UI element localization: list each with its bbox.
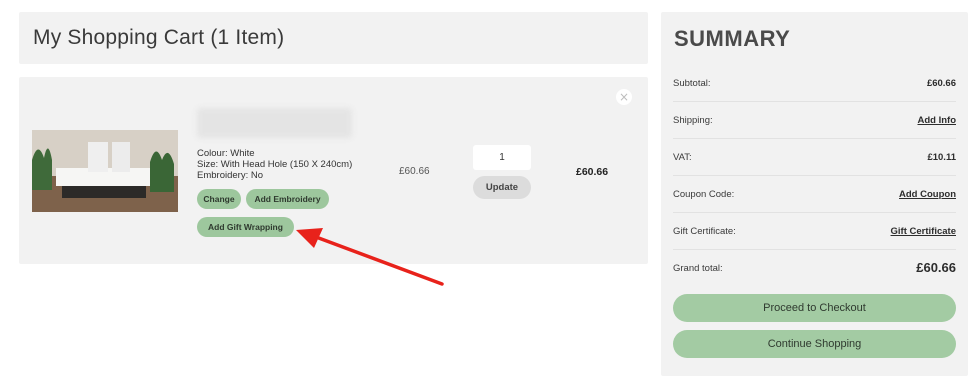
- summary-label: Gift Certificate:: [673, 226, 736, 237]
- summary-title: SUMMARY: [674, 26, 791, 51]
- product-image[interactable]: [32, 130, 178, 212]
- summary-row-coupon: Coupon Code: Add Coupon: [673, 176, 956, 213]
- row-total: £60.66: [576, 166, 609, 178]
- summary-row-gift-certificate: Gift Certificate: Gift Certificate: [673, 213, 956, 250]
- product-name-redacted: [197, 108, 352, 138]
- quantity-input[interactable]: [473, 145, 531, 170]
- page-title: My Shopping Cart (1 Item): [33, 26, 285, 49]
- remove-item-icon[interactable]: ×: [616, 89, 632, 105]
- unit-price: £60.66: [399, 166, 430, 177]
- summary-row-vat: VAT: £10.11: [673, 139, 956, 176]
- summary-value: £60.66: [926, 78, 956, 89]
- cart-item-row: × Colour: White Size: With Head Hole (15…: [19, 77, 648, 264]
- order-summary: SUMMARY Subtotal: £60.66 Shipping: Add I…: [661, 12, 968, 376]
- update-button[interactable]: Update: [473, 176, 531, 199]
- option-embroidery: Embroidery: No: [197, 170, 263, 181]
- add-embroidery-button[interactable]: Add Embroidery: [246, 189, 329, 209]
- grand-total-value: £60.66: [916, 260, 956, 275]
- continue-shopping-button[interactable]: Continue Shopping: [673, 330, 956, 358]
- summary-row-shipping: Shipping: Add Info: [673, 102, 956, 139]
- summary-label: VAT:: [673, 152, 692, 163]
- product-photo-graphic: [32, 130, 178, 212]
- product-options: Colour: White Size: With Head Hole (150 …: [197, 148, 352, 181]
- gift-certificate-link[interactable]: Gift Certificate: [891, 226, 956, 237]
- change-button[interactable]: Change: [197, 189, 241, 209]
- add-coupon-link[interactable]: Add Coupon: [899, 189, 956, 200]
- proceed-to-checkout-button[interactable]: Proceed to Checkout: [673, 294, 956, 322]
- summary-label: Coupon Code:: [673, 189, 735, 200]
- add-info-link[interactable]: Add Info: [917, 115, 956, 126]
- summary-row-grand-total: Grand total: £60.66: [673, 250, 956, 287]
- summary-label: Grand total:: [673, 263, 723, 274]
- option-colour: Colour: White: [197, 148, 255, 159]
- add-gift-wrapping-button[interactable]: Add Gift Wrapping: [197, 217, 294, 237]
- summary-label: Subtotal:: [673, 78, 711, 89]
- option-size: Size: With Head Hole (150 X 240cm): [197, 159, 353, 170]
- summary-label: Shipping:: [673, 115, 713, 126]
- summary-row-subtotal: Subtotal: £60.66: [673, 65, 956, 102]
- cart-header: My Shopping Cart (1 Item): [19, 12, 648, 64]
- summary-value: £10.11: [927, 152, 956, 163]
